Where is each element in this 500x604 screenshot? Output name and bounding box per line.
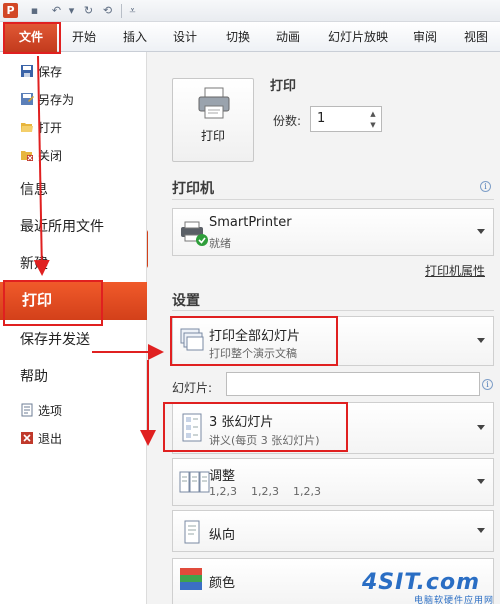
options-icon: [20, 403, 34, 417]
tab-transitions[interactable]: 切换: [218, 22, 258, 52]
print-section-title: 打印: [270, 79, 297, 94]
layout-dropdown[interactable]: 3 张幻灯片 讲义(每页 3 张幻灯片): [172, 402, 494, 454]
orientation-title: 纵向: [209, 528, 236, 543]
nav-info[interactable]: 信息: [20, 179, 48, 201]
handout-icon: [182, 413, 202, 442]
collate-title: 调整: [209, 469, 236, 484]
customize-icon[interactable]: ⩡: [126, 4, 139, 17]
tab-animations[interactable]: 动画: [268, 22, 308, 52]
collate-subtitle: 1,2,3 1,2,3 1,2,3: [209, 485, 321, 498]
tab-design[interactable]: 设计: [165, 22, 205, 52]
save-as-icon: [20, 92, 34, 106]
save-icon: [20, 64, 34, 78]
nav-open-label: 打开: [38, 121, 63, 135]
info-icon[interactable]: i: [480, 181, 491, 192]
nav-open[interactable]: 打开: [20, 119, 62, 137]
nav-exit-label: 退出: [38, 432, 63, 446]
print-range-title: 打印全部幻灯片: [209, 329, 301, 344]
tab-slideshow[interactable]: 幻灯片放映: [322, 22, 394, 52]
nav-recent[interactable]: 最近所用文件: [20, 216, 104, 238]
section-divider: [172, 310, 494, 311]
tab-insert[interactable]: 插入: [115, 22, 155, 52]
printer-section-title: 打印机: [172, 181, 214, 197]
nav-close[interactable]: 关闭: [20, 147, 62, 165]
chevron-down-icon[interactable]: ▾: [65, 4, 78, 17]
powerpoint-logo-icon: P: [3, 3, 18, 18]
slides-stack-icon: [180, 328, 204, 351]
folder-close-icon: [20, 148, 34, 162]
save-icon[interactable]: ▪: [28, 4, 41, 17]
print-button-label: 打印: [200, 129, 225, 143]
nav-save-as[interactable]: 另存为: [20, 91, 74, 109]
layout-subtitle: 讲义(每页 3 张幻灯片): [209, 434, 320, 447]
section-divider: [172, 199, 494, 200]
nav-options-label: 选项: [38, 404, 63, 418]
exit-icon: [20, 431, 34, 445]
chevron-down-icon: [477, 425, 485, 430]
nav-save-as-label: 另存为: [38, 93, 75, 107]
chevron-down-icon: [477, 229, 485, 234]
print-button[interactable]: 打印: [172, 78, 254, 162]
folder-open-icon: [20, 120, 34, 134]
spin-down-icon[interactable]: ▼: [368, 120, 378, 130]
watermark-subtitle: 电脑软硬件应用网: [413, 596, 494, 604]
nav-print-label: 打印: [22, 291, 53, 309]
site-watermark: 4SIT.com 电脑软硬件应用网: [362, 570, 496, 604]
printer-properties-link[interactable]: 打印机属性: [425, 262, 485, 279]
repeat-icon[interactable]: ⟲: [101, 4, 114, 17]
collate-icon: [179, 471, 210, 493]
backstage-nav: 保存 另存为 打开 关闭 信息 最近所用文件 新建 打印 保存并发送 帮助 选项…: [0, 52, 147, 604]
nav-save[interactable]: 保存: [20, 63, 62, 81]
slides-input[interactable]: [226, 372, 480, 396]
tab-file[interactable]: 文件: [5, 22, 57, 52]
nav-save-send[interactable]: 保存并发送: [20, 329, 90, 351]
printer-status: 就绪: [209, 237, 231, 250]
color-swatch-icon: [180, 568, 202, 590]
undo-icon[interactable]: ↶: [50, 4, 63, 17]
printer-dropdown[interactable]: SmartPrinter 就绪: [172, 208, 494, 256]
info-icon[interactable]: i: [482, 379, 493, 390]
chevron-down-icon: [477, 479, 485, 484]
orientation-dropdown[interactable]: 纵向: [172, 510, 494, 552]
print-range-dropdown[interactable]: 打印全部幻灯片 打印整个演示文稿: [172, 316, 494, 366]
chevron-down-icon: [477, 338, 485, 343]
nav-save-label: 保存: [38, 65, 63, 79]
collate-dropdown[interactable]: 调整 1,2,3 1,2,3 1,2,3: [172, 458, 494, 506]
copies-stepper[interactable]: 1 ▲ ▼: [310, 106, 382, 132]
printer-name: SmartPrinter: [209, 215, 292, 230]
slides-label: 幻灯片:: [172, 381, 213, 395]
printer-icon: [198, 87, 230, 119]
nav-close-label: 关闭: [38, 149, 63, 163]
chevron-down-icon: [477, 528, 485, 533]
tab-view[interactable]: 视图: [456, 22, 496, 52]
spin-up-icon[interactable]: ▲: [368, 109, 378, 119]
nav-new[interactable]: 新建: [20, 253, 48, 275]
nav-print[interactable]: 打印: [0, 282, 147, 320]
tab-home[interactable]: 开始: [64, 22, 104, 52]
ribbon-tabs: 文件 开始 插入 设计 切换 动画 幻灯片放映 审阅 视图: [0, 22, 500, 52]
copies-label: 份数:: [273, 114, 302, 128]
settings-section-title: 设置: [172, 293, 200, 309]
nav-options[interactable]: 选项: [20, 402, 62, 420]
print-pane: 打印 打印 份数: 1 ▲ ▼ 打印机 i SmartPrinter 就绪 打印…: [148, 52, 500, 604]
toolbar-separator: [121, 4, 122, 18]
nav-exit[interactable]: 退出: [20, 430, 62, 448]
nav-help[interactable]: 帮助: [20, 366, 48, 388]
redo-icon[interactable]: ↻: [82, 4, 95, 17]
printer-ready-icon: [181, 221, 208, 246]
layout-title: 3 张幻灯片: [209, 415, 274, 430]
print-range-subtitle: 打印整个演示文稿: [209, 347, 297, 360]
tab-review[interactable]: 审阅: [405, 22, 445, 52]
portrait-page-icon: [184, 520, 200, 544]
copies-value: 1: [317, 111, 326, 126]
watermark-logo: 4SIT.com: [361, 570, 480, 595]
color-title: 颜色: [209, 576, 236, 591]
title-bar: P ▪ ↶ ▾ ↻ ⟲ ⩡: [0, 0, 500, 22]
